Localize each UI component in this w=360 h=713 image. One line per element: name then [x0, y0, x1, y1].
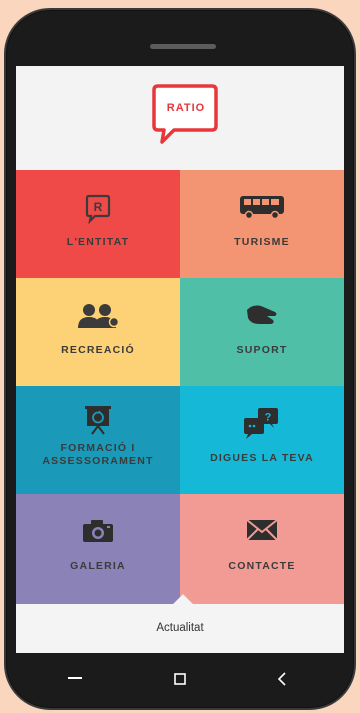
tile-entitat[interactable]: R L'ENTITAT	[16, 170, 180, 278]
tile-turisme[interactable]: TURISME	[180, 170, 344, 278]
tile-recreacio[interactable]: RECREACIÓ	[16, 278, 180, 386]
back-icon[interactable]	[278, 672, 286, 686]
svg-text:?: ?	[265, 412, 272, 424]
tile-formacio[interactable]: FORMACIÓ I ASSESSORAMENT	[16, 386, 180, 494]
recent-apps-icon[interactable]	[68, 676, 82, 680]
speaker-grille	[150, 44, 216, 49]
tile-label-line1: FORMACIÓ I	[60, 442, 136, 454]
svg-text:R: R	[94, 200, 103, 214]
camera-icon	[83, 520, 113, 542]
tile-label: GALERIA	[70, 560, 126, 572]
chat-question-icon: ?	[244, 408, 278, 439]
tile-contacte[interactable]: CONTACTE	[180, 494, 344, 604]
tile-label: RECREACIÓ	[61, 344, 135, 356]
ratio-logo[interactable]	[150, 82, 220, 154]
tile-label-line2: ASSESSORAMENT	[42, 455, 154, 467]
header: RATIO	[16, 66, 344, 170]
news-tab-label: Actualitat	[156, 622, 204, 634]
people-icon	[78, 304, 120, 328]
r-logo-icon: R	[85, 194, 111, 224]
tile-label: DIGUES LA TEVA	[210, 452, 314, 464]
tile-label: SUPORT	[236, 344, 288, 356]
home-icon[interactable]	[174, 673, 186, 685]
logo-text: RATIO	[166, 102, 206, 114]
tile-label: TURISME	[234, 236, 290, 248]
tile-label: CONTACTE	[228, 560, 296, 572]
envelope-icon	[246, 519, 278, 541]
tile-suport[interactable]: SUPORT	[180, 278, 344, 386]
presentation-icon	[85, 406, 111, 435]
android-navbar	[16, 656, 344, 700]
tile-label: L'ENTITAT	[66, 236, 130, 248]
tile-digues-la-teva[interactable]: ? DIGUES LA TEVA	[180, 386, 344, 494]
news-tab[interactable]: Actualitat	[16, 594, 344, 653]
app-screen: RATIO R L'ENTITAT TURISME RECREACIÓ SUPO…	[16, 66, 344, 653]
hand-icon	[247, 305, 277, 324]
bus-icon	[240, 196, 284, 220]
tile-galeria[interactable]: GALERIA	[16, 494, 180, 604]
